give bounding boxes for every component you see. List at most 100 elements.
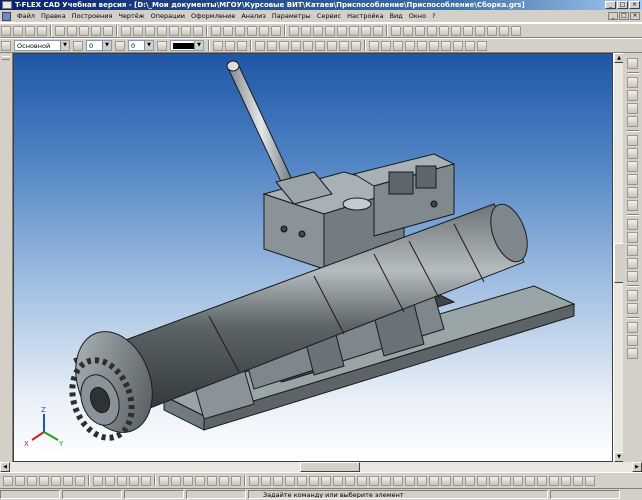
menu-service[interactable]: Сервис: [314, 12, 344, 20]
menu-construct[interactable]: Построения: [69, 12, 116, 20]
menu-drawing[interactable]: Чертёж: [115, 12, 147, 20]
extrude-icon[interactable]: [333, 475, 343, 486]
loft-icon[interactable]: [465, 475, 475, 486]
zoom-in-icon[interactable]: [627, 77, 638, 88]
render-icon[interactable]: [499, 25, 509, 36]
library-icon[interactable]: [403, 25, 413, 36]
minimize-button[interactable]: _: [605, 1, 616, 9]
pointer-icon[interactable]: [627, 58, 638, 69]
hole-icon[interactable]: [441, 475, 451, 486]
dimension-icon[interactable]: [183, 475, 193, 486]
section-icon[interactable]: [339, 40, 349, 51]
menu-view[interactable]: Вид: [387, 12, 406, 20]
menu-parameters[interactable]: Параметры: [269, 12, 314, 20]
parallel-line-icon[interactable]: [105, 475, 115, 486]
maximize-button[interactable]: □: [617, 1, 628, 9]
3d-viewport[interactable]: Z X Y: [13, 53, 613, 462]
node-icon[interactable]: [75, 475, 85, 486]
doc-close-button[interactable]: ×: [630, 12, 640, 20]
thread-icon[interactable]: [429, 475, 439, 486]
dimension-icon[interactable]: [181, 25, 191, 36]
settings-icon[interactable]: [477, 40, 487, 51]
menu-file[interactable]: Файл: [14, 12, 38, 20]
tolerance-icon[interactable]: [231, 475, 241, 486]
snap-icon[interactable]: [237, 40, 247, 51]
horizontal-scrollbar[interactable]: ◀ ▶: [0, 462, 642, 472]
redo-icon[interactable]: [103, 25, 113, 36]
lcs-icon[interactable]: [429, 40, 439, 51]
layer-select[interactable]: Основной ▼: [14, 40, 70, 51]
fit-all-icon[interactable]: [259, 25, 269, 36]
doc-restore-button[interactable]: □: [619, 12, 629, 20]
fillet-icon[interactable]: [369, 475, 379, 486]
3d-node-icon[interactable]: [309, 475, 319, 486]
grid-icon[interactable]: [453, 40, 463, 51]
graphic-line-icon[interactable]: [159, 475, 169, 486]
boolean-icon[interactable]: [357, 475, 367, 486]
rotate-icon[interactable]: [345, 475, 355, 486]
model-tree-icon[interactable]: [427, 25, 437, 36]
fillet-icon[interactable]: [361, 25, 371, 36]
hatch-icon[interactable]: [171, 475, 181, 486]
material-icon[interactable]: [627, 245, 638, 256]
properties-icon[interactable]: [463, 25, 473, 36]
texture-icon[interactable]: [417, 40, 427, 51]
explode-icon[interactable]: [393, 40, 403, 51]
fragment-icon[interactable]: [249, 475, 259, 486]
roughness-icon[interactable]: [219, 475, 229, 486]
spring-icon[interactable]: [489, 475, 499, 486]
filter-icon[interactable]: [225, 40, 235, 51]
vertical-scrollbar[interactable]: ▲ ▼: [613, 53, 624, 462]
save-icon[interactable]: [25, 25, 35, 36]
cube-icon[interactable]: [627, 303, 638, 314]
undo-icon[interactable]: [91, 25, 101, 36]
help-icon[interactable]: [511, 25, 521, 36]
redraw-icon[interactable]: [271, 25, 281, 36]
fragment-icon[interactable]: [391, 25, 401, 36]
cut-icon[interactable]: [55, 25, 65, 36]
text-icon[interactable]: [195, 475, 205, 486]
doc-minimize-button[interactable]: _: [608, 12, 618, 20]
layers-icon[interactable]: [451, 25, 461, 36]
pipe-icon[interactable]: [477, 475, 487, 486]
graphic-line-icon[interactable]: [157, 25, 167, 36]
open-file-icon[interactable]: [13, 25, 23, 36]
array-icon[interactable]: [393, 475, 403, 486]
view-icon[interactable]: [285, 475, 295, 486]
sweep-icon[interactable]: [453, 475, 463, 486]
assembly-icon[interactable]: [627, 335, 638, 346]
menu-edit[interactable]: Правка: [38, 12, 69, 20]
shaded-icon[interactable]: [303, 40, 313, 51]
rotate-icon[interactable]: [325, 25, 335, 36]
fit-all-icon[interactable]: [627, 116, 638, 127]
rotate-view-icon[interactable]: [627, 148, 638, 159]
render-icon[interactable]: [627, 348, 638, 359]
table-icon[interactable]: [273, 475, 283, 486]
menu-operations[interactable]: Операции: [148, 12, 188, 20]
document-icon[interactable]: [2, 11, 11, 21]
new-file-icon[interactable]: [1, 25, 11, 36]
hatch-icon[interactable]: [193, 25, 203, 36]
line-icon[interactable]: [3, 475, 13, 486]
chevron-down-icon[interactable]: ▼: [144, 41, 153, 50]
library-icon[interactable]: [573, 475, 583, 486]
menu-analysis[interactable]: Анализ: [238, 12, 269, 20]
toolbar-grip[interactable]: [2, 56, 10, 60]
tangent-icon[interactable]: [129, 475, 139, 486]
menu-help[interactable]: ?: [429, 12, 438, 20]
section-icon[interactable]: [501, 475, 511, 486]
bisector-icon[interactable]: [141, 475, 151, 486]
highlight-icon[interactable]: [627, 271, 638, 282]
chamfer-icon[interactable]: [373, 25, 383, 36]
light-icon[interactable]: [627, 258, 638, 269]
close-button[interactable]: ×: [629, 1, 640, 9]
paste-icon[interactable]: [79, 25, 89, 36]
extrude-icon[interactable]: [313, 25, 323, 36]
check-icon[interactable]: [525, 475, 535, 486]
wireframe-icon[interactable]: [315, 40, 325, 51]
select-icon[interactable]: [213, 40, 223, 51]
chevron-down-icon[interactable]: ▼: [102, 41, 111, 50]
perspective-icon[interactable]: [351, 40, 361, 51]
zoom-next-icon[interactable]: [627, 187, 638, 198]
camera-icon[interactable]: [381, 40, 391, 51]
